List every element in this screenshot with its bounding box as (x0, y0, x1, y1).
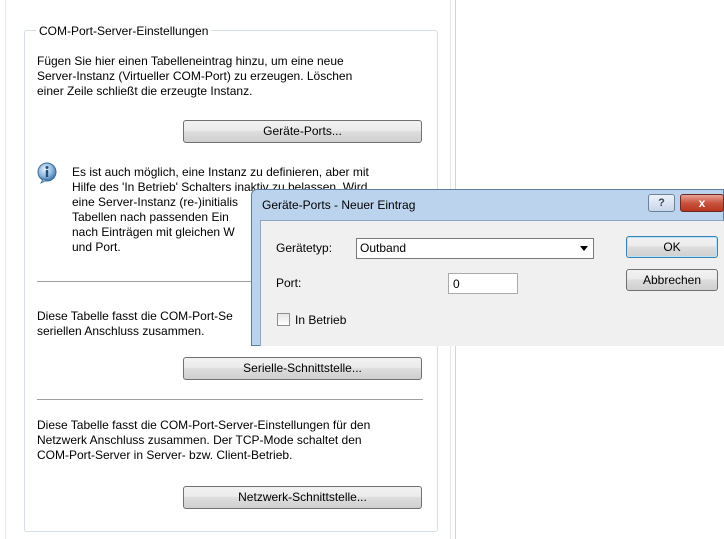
port-label: Port: (276, 276, 302, 290)
panel-border-left (5, 0, 6, 539)
intro-text: Fügen Sie hier einen Tabelleneintrag hin… (37, 54, 353, 98)
serial-text: Diese Tabelle fasst die COM-Port-Se seri… (37, 309, 233, 338)
active-checkbox[interactable] (277, 313, 290, 326)
cancel-button[interactable]: Abbrechen (626, 269, 718, 291)
chevron-down-icon[interactable] (580, 246, 588, 251)
network-interface-button[interactable]: Netzwerk-Schnittstelle... (183, 486, 422, 509)
ok-button[interactable]: OK (626, 236, 718, 258)
device-ports-dialog: Geräte-Ports - Neuer Eintrag ? x Gerätet… (251, 189, 724, 346)
close-icon: x (698, 196, 706, 210)
device-type-value: Outband (360, 241, 407, 255)
separator-2 (37, 399, 423, 400)
devices-ports-button[interactable]: Geräte-Ports... (183, 120, 422, 143)
device-type-label: Gerätetyp: (276, 241, 333, 255)
help-icon: ? (658, 197, 665, 209)
dialog-client-area: Gerätetyp: Outband Port: In Betrieb OK A… (260, 220, 724, 346)
info-icon (37, 162, 57, 184)
dialog-title: Geräte-Ports - Neuer Eintrag (262, 198, 416, 212)
serial-interface-button[interactable]: Serielle-Schnittstelle... (183, 357, 422, 380)
active-label: In Betrieb (295, 313, 347, 327)
network-text: Diese Tabelle fasst die COM-Port-Server-… (37, 418, 371, 462)
help-button[interactable]: ? (648, 194, 675, 212)
device-type-select[interactable]: Outband (356, 238, 594, 259)
port-input[interactable] (448, 273, 518, 294)
group-title: COM-Port-Server-Einstellungen (36, 24, 212, 38)
close-button[interactable]: x (680, 194, 724, 212)
